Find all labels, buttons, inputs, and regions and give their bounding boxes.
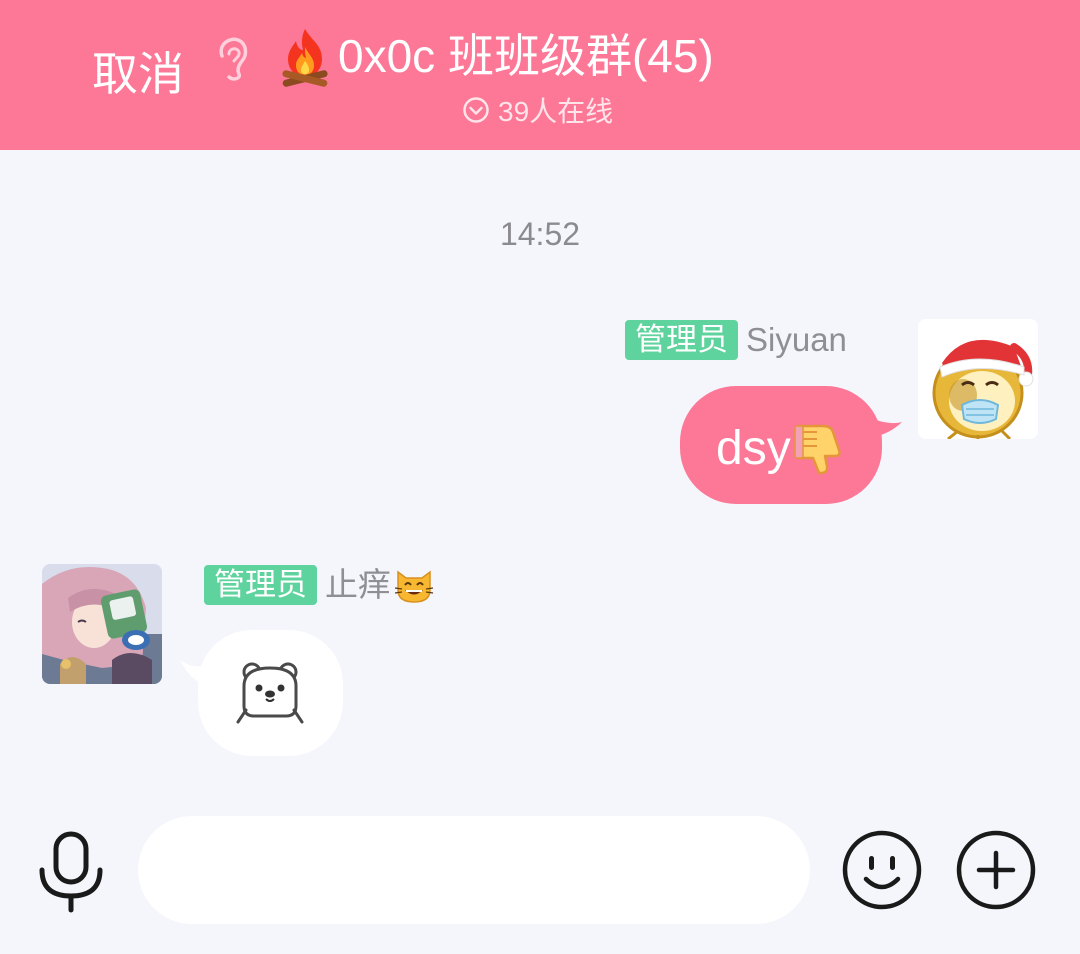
cancel-button[interactable]: 取消 (92, 44, 184, 104)
bubble-tail (866, 416, 902, 438)
admin-badge: 管理员 (204, 565, 317, 605)
message-content: dsy (716, 416, 845, 480)
online-count: 39人在线 (498, 96, 614, 127)
bubble-tail (180, 660, 206, 684)
admin-badge: 管理员 (625, 320, 738, 360)
thumbs-down-icon (793, 424, 841, 475)
sender-avatar[interactable] (42, 564, 162, 684)
message-sender-row: 管理员 止痒 (204, 564, 435, 606)
smiley-icon[interactable] (841, 829, 923, 911)
fire-icon (282, 29, 328, 87)
polar-bear-icon (236, 662, 304, 724)
chat-title: 0x0c 班班级群(45) (338, 30, 714, 82)
message-sender-row: 管理员 Siyuan (625, 320, 847, 360)
plus-icon[interactable] (955, 829, 1037, 911)
sender-name[interactable]: 止痒 (325, 565, 391, 605)
time-divider: 14:52 (499, 216, 581, 252)
grinning-cat-icon (394, 570, 434, 603)
online-status[interactable]: 39人在线 (462, 90, 613, 130)
microphone-icon[interactable] (36, 830, 106, 914)
chevron-down-circle-icon (463, 97, 489, 123)
ear-icon[interactable] (212, 34, 252, 82)
sender-avatar[interactable] (918, 319, 1038, 439)
anime-girl-avatar (42, 564, 162, 684)
sender-name[interactable]: Siyuan (746, 320, 847, 360)
message-input[interactable] (138, 816, 810, 924)
chat-title-row: 0x0c 班班级群(45) (276, 20, 714, 92)
message-text: dsy (716, 421, 791, 475)
lion-santa-mask-avatar (918, 319, 1038, 439)
chat-header: 取消 0x0c 班班级群(45) 39人在线 (0, 0, 1080, 150)
